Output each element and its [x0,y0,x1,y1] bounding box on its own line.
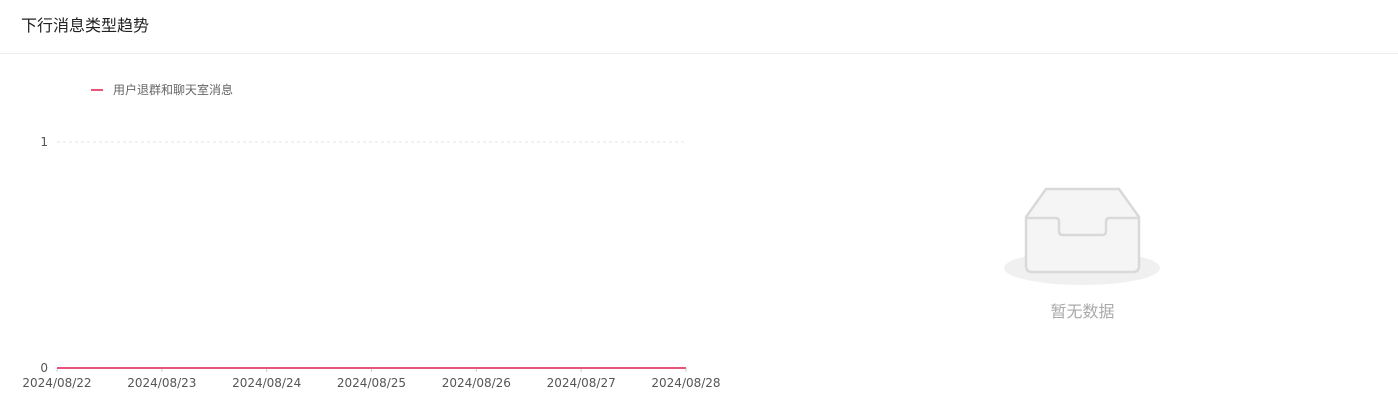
legend-label: 用户退群和聊天室消息 [113,82,233,97]
line-chart: 用户退群和聊天室消息 0 1 2024/08/22 2024/08/23 2024/08/… [0,55,760,405]
empty-state: 暂无数据 [1000,182,1165,322]
inbox-empty-icon [1004,187,1160,285]
chart-canvas: 用户退群和聊天室消息 0 1 2024/08/22 2024/08/23 2024/08/… [22,82,720,390]
card-header: 下行消息类型趋势 [0,0,1398,54]
x-tick-label: 2024/08/27 [547,376,616,390]
empty-state-text: 暂无数据 [1050,302,1115,321]
y-tick-label: 0 [40,361,48,375]
x-tick-label: 2024/08/25 [337,376,406,390]
x-tick-label: 2024/08/28 [651,376,720,390]
y-tick-label: 1 [40,135,48,149]
x-tick-label: 2024/08/22 [22,376,91,390]
x-tick-label: 2024/08/23 [127,376,196,390]
x-tick-label: 2024/08/26 [442,376,511,390]
card-title: 下行消息类型趋势 [21,16,150,35]
x-tick-label: 2024/08/24 [232,376,301,390]
trend-card: 下行消息类型趋势 用户退群和聊天室消息 0 1 2024/08/22 2024/08/2… [0,0,1398,405]
